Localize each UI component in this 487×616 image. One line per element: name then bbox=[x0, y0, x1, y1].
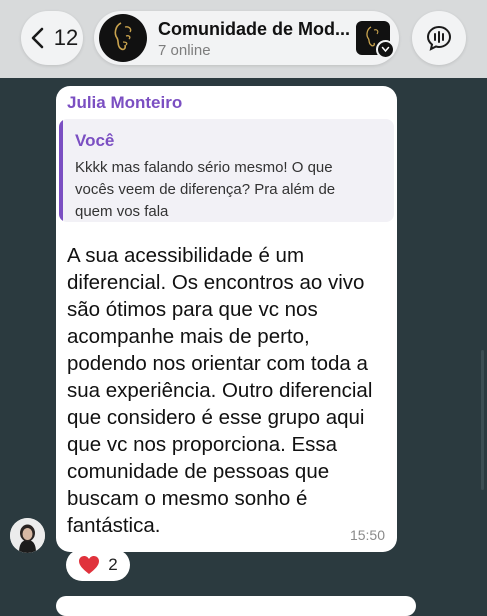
online-status: 7 online bbox=[158, 42, 211, 59]
group-title: Comunidade de Mod... bbox=[158, 19, 350, 39]
scrollbar[interactable] bbox=[481, 350, 484, 490]
user-photo-icon bbox=[10, 518, 45, 553]
message-time: 15:50 bbox=[349, 527, 385, 543]
quote-bar bbox=[59, 119, 63, 222]
back-button[interactable]: 12 bbox=[21, 11, 83, 65]
reaction-count: 2 bbox=[108, 555, 118, 574]
quote-author: Você bbox=[75, 131, 115, 150]
channel-logo[interactable] bbox=[356, 21, 395, 59]
message-text: A sua acessibilidade é um diferencial. O… bbox=[67, 244, 373, 537]
unread-count: 12 bbox=[53, 25, 79, 50]
quote-text: Kkkk mas falando sério mesmo! O que você… bbox=[75, 159, 336, 220]
face-logo-icon bbox=[114, 22, 132, 51]
group-avatar bbox=[99, 14, 147, 62]
next-message-bubble[interactable] bbox=[56, 596, 416, 616]
voice-chat-button[interactable] bbox=[412, 11, 466, 65]
quoted-reply[interactable]: Você Kkkk mas falando sério mesmo! O que… bbox=[59, 119, 394, 222]
sender-name[interactable]: Julia Monteiro bbox=[67, 93, 182, 113]
chat-header: 12 Comunidade de Mod... 7 online bbox=[0, 0, 487, 78]
reaction-chip[interactable]: 2 bbox=[66, 549, 130, 581]
message-bubble[interactable]: Julia Monteiro Você Kkkk mas falando sér… bbox=[56, 86, 397, 552]
group-info-button[interactable]: Comunidade de Mod... 7 online bbox=[94, 11, 399, 65]
check-badge-icon bbox=[376, 40, 395, 59]
voice-chat-icon bbox=[426, 25, 452, 51]
heart-icon bbox=[79, 556, 100, 574]
chevron-left-icon bbox=[31, 27, 44, 49]
avatar[interactable] bbox=[10, 518, 45, 553]
